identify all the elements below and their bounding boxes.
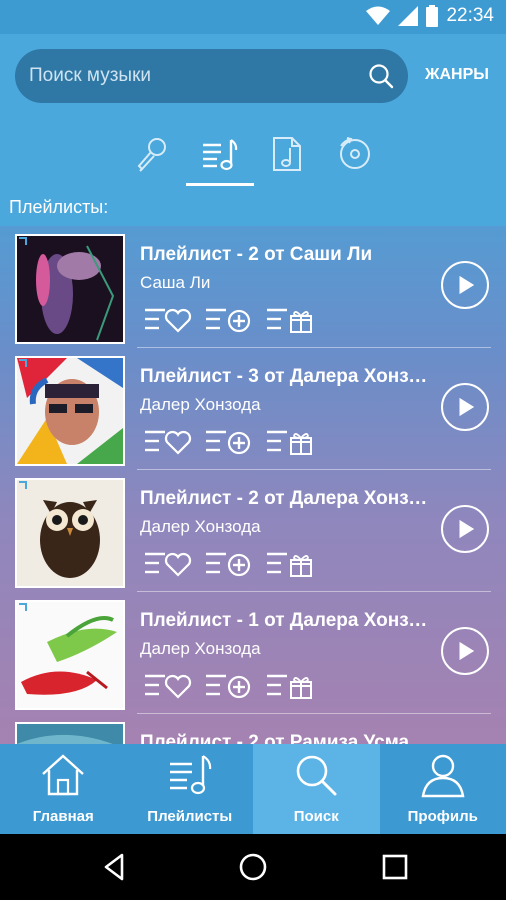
nav-profile[interactable]: Профиль [380, 744, 506, 834]
tab-albums[interactable] [321, 122, 389, 186]
playlist-icon [203, 139, 238, 171]
nav-home[interactable]: Главная [0, 744, 127, 834]
profile-icon [421, 754, 465, 798]
like-icon[interactable] [143, 422, 193, 458]
list-item[interactable]: Плейлист - 2 от Рамиза Усманова [0, 714, 506, 744]
playlist-cover[interactable] [15, 356, 125, 466]
bottom-navigation: Главная Плейлисты Поиск Профиль [0, 744, 506, 834]
playlist-artist: Далер Хонзода [140, 517, 261, 536]
wifi-icon [366, 6, 391, 25]
playlist-content: Плейлисты: Плейлист - 2 от Саши Ли Саша … [0, 186, 506, 744]
playlist-title[interactable]: Плейлист - 3 от Далера Хонзода [140, 366, 432, 388]
music-file-icon [273, 137, 301, 171]
home-icon [42, 754, 85, 796]
playlist-cover[interactable] [15, 234, 125, 344]
add-to-playlist-icon[interactable] [204, 544, 254, 580]
gift-icon[interactable] [265, 666, 315, 702]
nav-playlists-label: Плейлисты [147, 808, 233, 825]
search-icon[interactable] [368, 63, 394, 89]
cell-signal-icon [398, 6, 419, 26]
playlist-cover[interactable] [15, 478, 125, 588]
like-icon[interactable] [143, 666, 193, 702]
playlist-list: Плейлист - 2 от Саши Ли Саша Ли Плейлист… [0, 226, 506, 744]
list-item[interactable]: Плейлист - 2 от Саши Ли Саша Ли [0, 226, 506, 348]
tab-tracks[interactable] [253, 122, 321, 186]
nav-playlists[interactable]: Плейлисты [127, 744, 254, 834]
battery-icon [426, 5, 439, 27]
add-to-playlist-icon[interactable] [204, 666, 254, 702]
like-icon[interactable] [143, 544, 193, 580]
genres-button[interactable]: ЖАНРЫ [425, 66, 489, 84]
play-button[interactable] [441, 505, 489, 553]
playlist-title[interactable]: Плейлист - 1 от Далера Хонзода [140, 610, 432, 632]
add-to-playlist-icon[interactable] [204, 422, 254, 458]
gift-icon[interactable] [265, 544, 315, 580]
tab-bar [0, 122, 506, 186]
playlist-title[interactable]: Плейлист - 2 от Рамиза Усманова [140, 732, 432, 744]
play-button[interactable] [441, 383, 489, 431]
tab-singers[interactable] [118, 122, 186, 186]
system-navigation-bar [0, 834, 506, 900]
section-title: Плейлисты: [0, 186, 506, 226]
status-time: 22:34 [446, 5, 494, 26]
gift-icon[interactable] [265, 422, 315, 458]
nav-home-label: Главная [32, 808, 94, 825]
gift-icon[interactable] [265, 300, 315, 336]
status-bar: 22:34 [0, 0, 506, 34]
add-to-playlist-icon[interactable] [204, 300, 254, 336]
playlist-icon [169, 755, 211, 795]
microphone-icon [137, 138, 166, 172]
search-input[interactable] [29, 49, 359, 103]
recent-apps-icon[interactable] [380, 852, 410, 882]
nav-search[interactable]: Поиск [253, 744, 380, 834]
header: ЖАНРЫ [0, 34, 506, 186]
playlist-artist: Далер Хонзода [140, 395, 261, 414]
nav-search-label: Поиск [293, 808, 339, 825]
playlist-cover[interactable] [15, 600, 125, 710]
play-button[interactable] [441, 261, 489, 309]
list-item[interactable]: Плейлист - 3 от Далера Хонзода Далер Хон… [0, 348, 506, 470]
play-button[interactable] [441, 627, 489, 675]
playlist-title[interactable]: Плейлист - 2 от Саши Ли [140, 244, 432, 266]
list-item[interactable]: Плейлист - 1 от Далера Хонзода Далер Хон… [0, 592, 506, 714]
playlist-artist: Саша Ли [140, 273, 211, 292]
playlist-title[interactable]: Плейлист - 2 от Далера Хонзода [140, 488, 432, 510]
search-bar[interactable] [15, 49, 408, 103]
playlist-artist: Далер Хонзода [140, 639, 261, 658]
nav-profile-label: Профиль [407, 808, 478, 825]
tab-playlists[interactable] [186, 122, 254, 186]
list-item[interactable]: Плейлист - 2 от Далера Хонзода Далер Хон… [0, 470, 506, 592]
playlist-cover[interactable] [15, 722, 125, 744]
disc-icon [340, 137, 370, 169]
like-icon[interactable] [143, 300, 193, 336]
search-icon [296, 755, 337, 796]
back-icon[interactable] [100, 852, 130, 882]
home-button-icon[interactable] [238, 852, 268, 882]
